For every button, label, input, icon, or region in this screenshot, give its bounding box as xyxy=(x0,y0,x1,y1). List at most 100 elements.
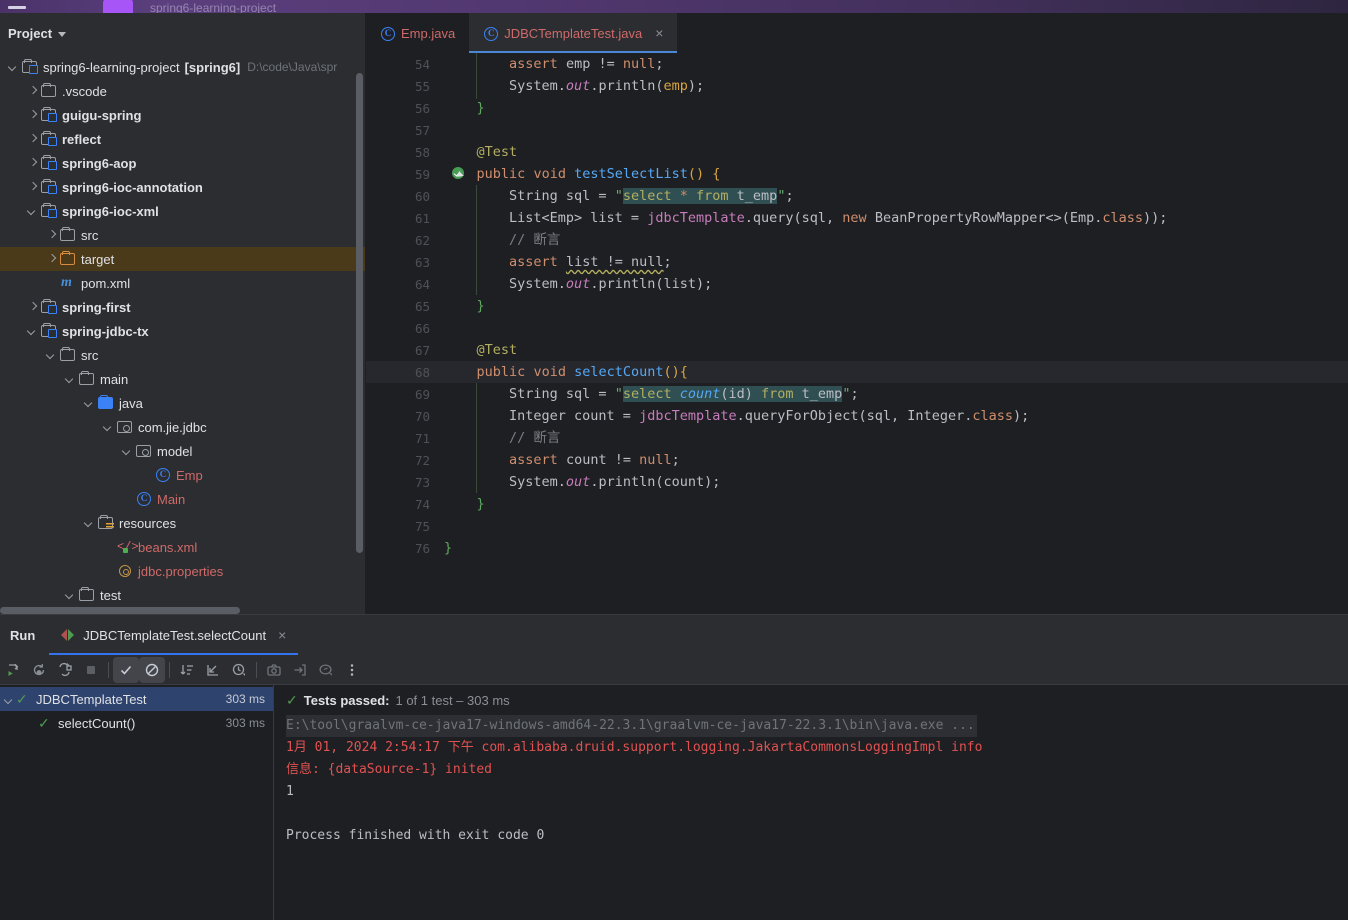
project-panel-header[interactable]: Project xyxy=(0,13,365,53)
tree-expand-arrow[interactable] xyxy=(27,326,38,337)
gutter-line-number[interactable]: 71 xyxy=(366,427,438,449)
code-line[interactable]: } xyxy=(438,97,1348,119)
close-icon[interactable]: × xyxy=(655,25,663,41)
project-tree-item[interactable]: com.jie.jdbc xyxy=(0,415,365,439)
gutter-line-number[interactable]: 62 xyxy=(366,229,438,251)
gutter-line-number[interactable]: 67 xyxy=(366,339,438,361)
tree-expand-arrow[interactable] xyxy=(27,182,38,193)
history-icon[interactable] xyxy=(313,657,339,683)
hide-ignored-icon[interactable] xyxy=(139,656,165,683)
code-editor[interactable]: 54 55 56 57 58 59 60 61 62 63 64 65 66 67 68 69 70 71 72 73… xyxy=(366,53,1348,614)
gutter-line-number[interactable]: 65 xyxy=(366,295,438,317)
code-line[interactable]: String sql = "select count(id) from t_em… xyxy=(438,383,1348,405)
code-line[interactable]: } xyxy=(438,295,1348,317)
tree-expand-arrow[interactable] xyxy=(122,446,133,457)
tree-expand-arrow[interactable] xyxy=(103,542,114,553)
project-tree-item[interactable]: spring6-ioc-annotation xyxy=(0,175,365,199)
code-line[interactable] xyxy=(438,317,1348,339)
tree-expand-arrow[interactable] xyxy=(27,158,38,169)
gutter-line-number[interactable]: 61 xyxy=(366,207,438,229)
test-results-tree[interactable]: ✓ JDBCTemplateTest 303 ms ✓ selectCount() 303… xyxy=(0,685,274,920)
gutter-line-number[interactable]: 68 xyxy=(366,361,465,383)
project-tree-item[interactable]: src xyxy=(0,223,365,247)
editor-gutter[interactable]: 54 55 56 57 58 59 60 61 62 63 64 65 66 67 68 69 70 71 72 73… xyxy=(366,53,465,614)
code-line[interactable]: assert list != null; xyxy=(438,251,1348,273)
project-tree-item[interactable]: </> beans.xml xyxy=(0,535,365,559)
test-tree-row[interactable]: ✓ selectCount() 303 ms xyxy=(0,711,273,735)
gutter-line-number[interactable]: 56 xyxy=(366,97,438,119)
tree-expand-arrow[interactable] xyxy=(46,350,57,361)
tree-expand-arrow[interactable] xyxy=(27,302,38,313)
tree-expand-arrow[interactable] xyxy=(122,494,133,505)
code-line[interactable]: // 断言 xyxy=(438,427,1348,449)
project-tree-item[interactable]: m pom.xml xyxy=(0,271,365,295)
code-line[interactable]: System.out.println(list); xyxy=(438,273,1348,295)
code-line[interactable]: String sql = "select * from t_emp"; xyxy=(438,185,1348,207)
run-configuration-tab[interactable]: JDBCTemplateTest.selectCount × xyxy=(49,615,299,655)
code-line[interactable]: public void selectCount(){ xyxy=(438,361,1348,383)
tree-expand-arrow[interactable] xyxy=(103,566,114,577)
project-tree-item[interactable]: guigu-spring xyxy=(0,103,365,127)
code-line[interactable] xyxy=(438,515,1348,537)
gutter-line-number[interactable]: 69 xyxy=(366,383,438,405)
project-tree-item[interactable]: spring-jdbc-tx xyxy=(0,319,365,343)
gutter-line-number[interactable]: 75 xyxy=(366,515,438,537)
gutter-line-number[interactable]: 59 xyxy=(366,163,465,185)
tree-expand-arrow[interactable] xyxy=(46,230,57,241)
code-line[interactable]: System.out.println(emp); xyxy=(438,75,1348,97)
project-tree-item[interactable]: C Emp xyxy=(0,463,365,487)
stop-icon[interactable] xyxy=(78,657,104,683)
chevron-down-icon[interactable] xyxy=(58,31,67,37)
tree-expand-arrow[interactable] xyxy=(103,422,114,433)
console-output[interactable]: ✓ Tests passed: 1 of 1 test – 303 ms E:\… xyxy=(274,685,1348,920)
project-tree-item[interactable]: test xyxy=(0,583,365,607)
project-tree-item[interactable]: target xyxy=(0,247,365,271)
project-tree-item[interactable]: spring6-ioc-xml xyxy=(0,199,365,223)
tree-expand-arrow[interactable] xyxy=(27,110,38,121)
gutter-line-number[interactable]: 60 xyxy=(366,185,438,207)
tree-expand-arrow[interactable] xyxy=(46,254,57,265)
main-menu-icon[interactable] xyxy=(8,6,26,9)
project-tree-item[interactable]: java xyxy=(0,391,365,415)
code-line[interactable]: assert emp != null; xyxy=(438,53,1348,75)
tree-expand-arrow[interactable] xyxy=(141,470,152,481)
project-tree-item[interactable]: model xyxy=(0,439,365,463)
code-line[interactable]: public void testSelectList() { xyxy=(438,163,1348,185)
project-tree-item[interactable]: reflect xyxy=(0,127,365,151)
gutter-line-number[interactable]: 74 xyxy=(366,493,438,515)
gutter-line-number[interactable]: 73 xyxy=(366,471,438,493)
tree-expand-arrow[interactable] xyxy=(27,206,38,217)
gutter-line-number[interactable]: 63 xyxy=(366,251,438,273)
sort-by-duration-icon[interactable] xyxy=(226,657,252,683)
code-line[interactable]: List<Emp> list = jdbcTemplate.query(sql,… xyxy=(438,207,1348,229)
gutter-line-number[interactable]: 57 xyxy=(366,119,438,141)
tree-expand-arrow[interactable] xyxy=(65,374,76,385)
project-tree-item[interactable]: resources xyxy=(0,511,365,535)
tree-expand-arrow[interactable] xyxy=(27,134,38,145)
sort-alphabetically-icon[interactable] xyxy=(174,657,200,683)
close-icon[interactable]: × xyxy=(278,627,286,643)
gutter-line-number[interactable]: 72 xyxy=(366,449,438,471)
run-toolbar[interactable] xyxy=(0,655,1348,685)
code-line[interactable]: @Test xyxy=(438,141,1348,163)
tree-expand-arrow[interactable] xyxy=(65,590,76,601)
code-line[interactable]: System.out.println(count); xyxy=(438,471,1348,493)
test-tree-row[interactable]: ✓ JDBCTemplateTest 303 ms xyxy=(0,687,273,711)
export-screenshot-icon[interactable] xyxy=(261,657,287,683)
more-options-icon[interactable] xyxy=(339,657,365,683)
gutter-line-number[interactable]: 58 xyxy=(366,141,438,163)
project-logo-icon[interactable] xyxy=(103,0,133,13)
project-tree-item[interactable]: jdbc.properties xyxy=(0,559,365,583)
tree-expand-arrow[interactable] xyxy=(84,398,95,409)
project-tree-item[interactable]: .vscode xyxy=(0,79,365,103)
toggle-auto-test-icon[interactable] xyxy=(52,657,78,683)
code-line[interactable] xyxy=(438,119,1348,141)
project-tree-item[interactable]: spring-first xyxy=(0,295,365,319)
code-line[interactable]: // 断言 xyxy=(438,229,1348,251)
gutter-line-number[interactable]: 55 xyxy=(366,75,438,97)
code-line[interactable]: } xyxy=(438,537,1348,559)
code-line[interactable]: @Test xyxy=(438,339,1348,361)
project-tree-item[interactable]: spring6-aop xyxy=(0,151,365,175)
code-line[interactable]: Integer count = jdbcTemplate.queryForObj… xyxy=(438,405,1348,427)
gutter-line-number[interactable]: 76 xyxy=(366,537,438,559)
